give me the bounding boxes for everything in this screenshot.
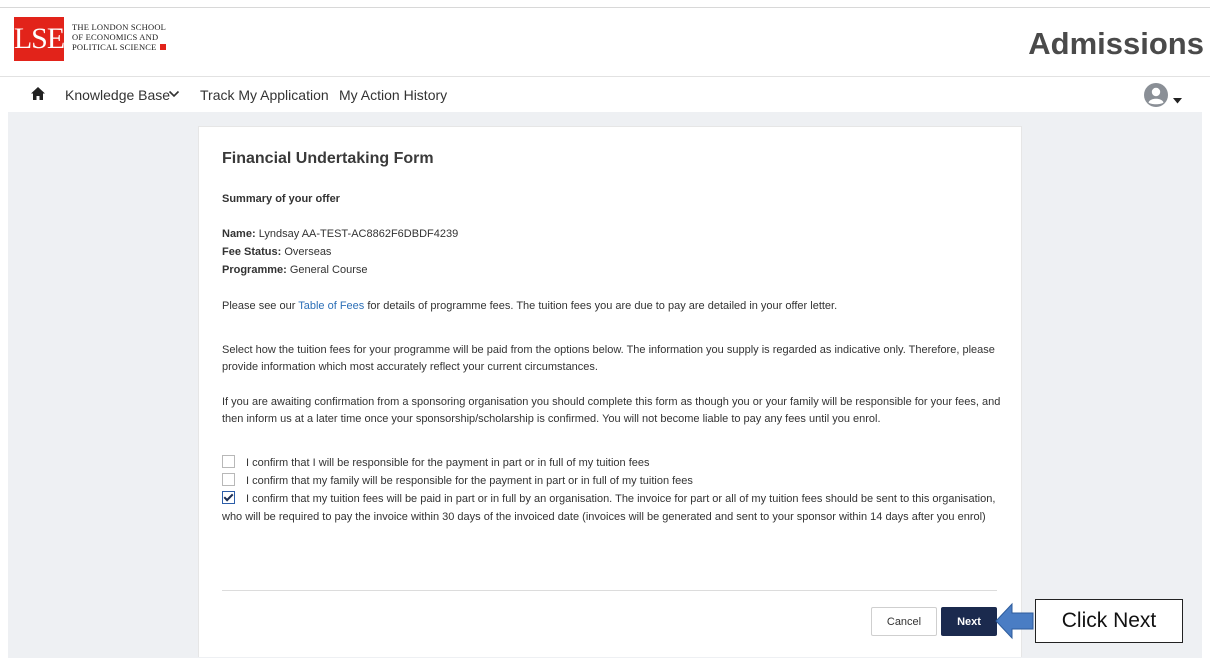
fees-paragraph: Please see our Table of Fees for details… [222,298,1002,315]
checkbox-family[interactable] [222,473,235,486]
option-label: I confirm that my family will be respons… [246,475,693,487]
logo-line-2: OF ECONOMICS AND [72,32,159,42]
top-navigation: Knowledge Base Track My Application My A… [0,76,1210,112]
pointer-arrow-icon [995,602,1034,640]
form-card [198,126,1022,657]
name-row: Name: Lyndsay AA-TEST-AC8862F6DBDF4239 [222,228,458,240]
fee-status-row: Fee Status: Overseas [222,246,331,258]
nav-knowledge-base[interactable]: Knowledge Base [65,87,170,103]
awaiting-paragraph: If you are awaiting confirmation from a … [222,396,1001,425]
name-value: Lyndsay AA-TEST-AC8862F6DBDF4239 [258,228,459,240]
next-button[interactable]: Next [941,607,997,636]
divider [222,590,997,591]
fee-status-value: Overseas [284,246,332,258]
table-of-fees-link[interactable]: Table of Fees [298,300,364,312]
checkbox-self[interactable] [222,455,235,468]
click-next-callout: Click Next [1035,599,1183,643]
app-title: Admissions [1028,26,1204,61]
option-organisation[interactable]: I confirm that my tuition fees will be p… [222,490,1002,526]
caret-down-icon[interactable] [1173,91,1182,107]
home-icon[interactable] [31,87,45,103]
cancel-button[interactable]: Cancel [871,607,937,636]
chevron-down-icon[interactable] [168,87,180,103]
nav-my-action-history[interactable]: My Action History [339,87,447,103]
option-family-responsible[interactable]: I confirm that my family will be respons… [222,472,1002,490]
fees-text-before: Please see our [222,300,299,312]
fee-status-label: Fee Status: [222,246,282,258]
select-paragraph: Select how the tuition fees for your pro… [222,344,995,373]
form-title: Financial Undertaking Form [222,150,434,167]
nav-track-my-application[interactable]: Track My Application [200,87,329,103]
programme-row: Programme: General Course [222,264,368,276]
logo-red-square [159,44,166,50]
summary-heading: Summary of your offer [222,193,340,205]
user-avatar-icon[interactable] [1143,82,1169,111]
logo-line-1: THE LONDON SCHOOL [72,22,167,32]
option-label: I confirm that I will be responsible for… [246,457,650,469]
option-self-responsible[interactable]: I confirm that I will be responsible for… [222,454,1002,472]
lse-logo[interactable]: LSE [13,17,65,61]
logo-line-3: POLITICAL SCIENCE [72,42,157,52]
logo-mark: LSE [13,22,65,55]
programme-value: General Course [289,264,368,276]
fees-text-after: for details of programme fees. The tuiti… [364,300,838,312]
name-label: Name: [222,228,256,240]
option-label: I confirm that my tuition fees will be p… [222,493,996,523]
checkbox-organisation[interactable] [222,491,235,504]
programme-label: Programme: [222,264,287,276]
logo-wordmark: THE LONDON SCHOOL OF ECONOMICS AND POLIT… [72,22,166,52]
